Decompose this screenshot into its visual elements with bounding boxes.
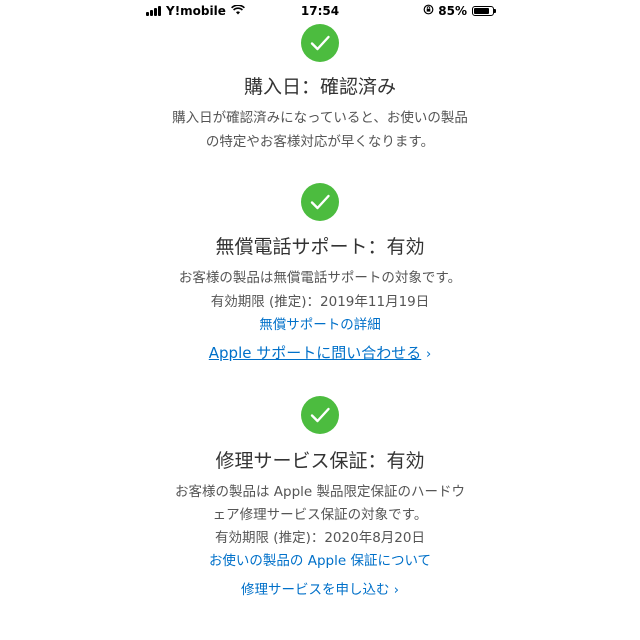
chevron-right-icon: ›: [426, 347, 432, 362]
repair-coverage-expiry: 有効期限 (推定)：2020年8月20日: [215, 530, 425, 546]
repair-coverage-desc-line: お客様の製品は Apple 製品限定保証のハードウ: [174, 484, 465, 500]
purchase-date-desc-line: の特定やお客様対応が早くなります。: [205, 134, 435, 150]
orientation-lock-icon: [423, 4, 434, 18]
checkmark-circle-icon: [301, 396, 339, 434]
checkmark-circle-icon: [301, 183, 339, 221]
status-right: 85%: [423, 4, 496, 18]
repair-coverage-title: 修理サービス保証：有効: [215, 450, 425, 472]
request-repair-label: 修理サービスを申し込む: [241, 582, 390, 598]
request-repair-link[interactable]: 修理サービスを申し込む ›: [0, 578, 640, 598]
status-bar: Y!mobile 17:54 85%: [0, 0, 640, 22]
apple-warranty-link[interactable]: お使いの製品の Apple 保証について: [0, 549, 640, 569]
checkmark-circle-icon: [301, 24, 339, 62]
battery-icon: [472, 6, 496, 16]
phone-support-expiry: 有効期限 (推定)：2019年11月19日: [210, 294, 430, 310]
purchase-date-desc-line: 購入日が確認済みになっていると、お使いの製品: [172, 110, 468, 126]
status-time: 17:54: [300, 4, 340, 18]
battery-percent: 85%: [438, 4, 467, 18]
phone-support-title: 無償電話サポート：有効: [215, 236, 425, 258]
purchase-date-title: 購入日：確認済み: [243, 76, 396, 98]
repair-coverage-desc-line: ェア修理サービス保証の対象です。: [212, 507, 428, 523]
free-support-details-link[interactable]: 無償サポートの詳細: [0, 313, 640, 333]
contact-apple-support-link[interactable]: Apple サポートに問い合わせる ›: [0, 342, 640, 363]
phone-support-desc-line: お客様の製品は無償電話サポートの対象です。: [178, 270, 462, 286]
contact-apple-support-label: Apple サポートに問い合わせる: [208, 344, 422, 362]
chevron-right-icon: ›: [393, 583, 399, 598]
